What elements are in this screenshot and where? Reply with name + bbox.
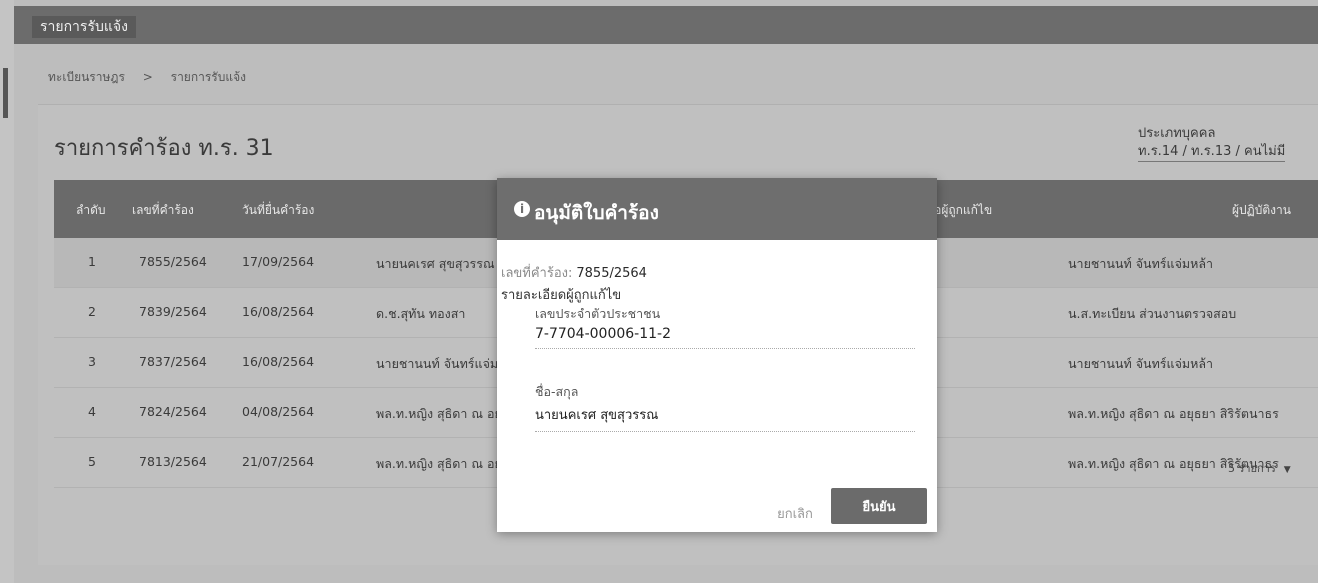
cell-date: 16/08/2564 [242,354,315,369]
app-bar-title[interactable]: รายการรับแจ้ง [32,16,136,38]
cell-staff: น.ส.ทะเบียน ส่วนงานตรวจสอบ [1068,306,1237,321]
col-header-num: ลำดับ [76,203,106,217]
request-number-label: เลขที่คำร้อง: [501,266,573,281]
cell-num: 1 [88,254,96,269]
cell-staff: นายชานนท์ จันทร์แจ่มหล้า [1068,356,1214,371]
rows-per-page-label: 5 รายการ [1228,462,1276,475]
cell-request-no: 7837/2564 [139,354,207,369]
cell-num: 4 [88,404,96,419]
person-type-label: ประเภทบุคคล [1138,126,1216,141]
cell-request-no: 7839/2564 [139,304,207,319]
cell-staff: นายชานนท์ จันทร์แจ่มหล้า [1068,256,1214,271]
cell-staff: พล.ท.หญิง สุธิดา ณ อยุธยา สิริรัตนาธร [1068,406,1279,421]
col-header-request-no: เลขที่คำร้อง [132,203,194,217]
cell-date: 16/08/2564 [242,304,315,319]
cancel-button[interactable]: ยกเลิก [765,496,825,530]
cell-num: 5 [88,454,96,469]
full-name-value: นายนคเรศ สุขสุวรรณ [535,408,659,423]
breadcrumb-item-registry[interactable]: ทะเบียนราษฎร [48,68,125,87]
citizen-id-value: 7-7704-00006-11-2 [535,326,672,342]
dialog-header: i อนุมัติใบคำร้อง [497,178,937,240]
detail-section-label: รายละเอียดผู้ถูกแก้ไข [501,288,622,303]
full-name-field: ชื่อ-สกุล นายนคเรศ สุขสุวรรณ [535,382,915,432]
full-name-label: ชื่อ-สกุล [535,384,579,399]
cell-date: 21/07/2564 [242,454,315,469]
cell-date: 17/09/2564 [242,254,315,269]
col-header-date: วันที่ยื่นคำร้อง [242,203,315,217]
page-title: รายการคำร้อง ท.ร. 31 [54,136,274,161]
person-type-value[interactable]: ท.ร.14 / ท.ร.13 / คนไม่มี [1138,143,1286,162]
cell-name: ด.ช.สุทัน ทองสา [376,306,466,321]
app-bar: รายการรับแจ้ง [14,6,1318,44]
breadcrumb-item-current: รายการรับแจ้ง [170,70,246,84]
cell-date: 04/08/2564 [242,404,315,419]
col-header-staff: ผู้ปฏิบัติงาน [1232,203,1291,217]
person-type-select[interactable]: ประเภทบุคคล ท.ร.14 / ท.ร.13 / คนไม่มี [1138,125,1286,162]
cell-num: 3 [88,354,96,369]
citizen-id-field: เลขประจำตัวประชาชน 7-7704-00006-11-2 [535,304,915,349]
request-number-line: เลขที่คำร้อง: 7855/2564 [501,262,647,283]
citizen-id-label: เลขประจำตัวประชาชน [535,306,661,321]
info-icon: i [514,201,530,217]
dialog-title: อนุมัติใบคำร้อง [534,202,659,224]
breadcrumb-separator: > [142,70,153,84]
cell-name: นายนคเรศ สุขสุวรรณ [376,256,495,271]
breadcrumb: ทะเบียนราษฎร > รายการรับแจ้ง [48,68,246,87]
chevron-down-icon: ▼ [1283,465,1291,475]
request-number-value: 7855/2564 [576,266,647,281]
cell-request-no: 7824/2564 [139,404,207,419]
cell-request-no: 7855/2564 [139,254,207,269]
left-active-marker [3,68,8,118]
cell-num: 2 [88,304,96,319]
cell-request-no: 7813/2564 [139,454,207,469]
rows-per-page-select[interactable]: 5 รายการ ▼ [1228,459,1291,477]
confirm-button[interactable]: ยืนยัน [831,488,927,524]
approve-request-dialog: i อนุมัติใบคำร้อง เลขที่คำร้อง: 7855/2564… [497,178,937,532]
